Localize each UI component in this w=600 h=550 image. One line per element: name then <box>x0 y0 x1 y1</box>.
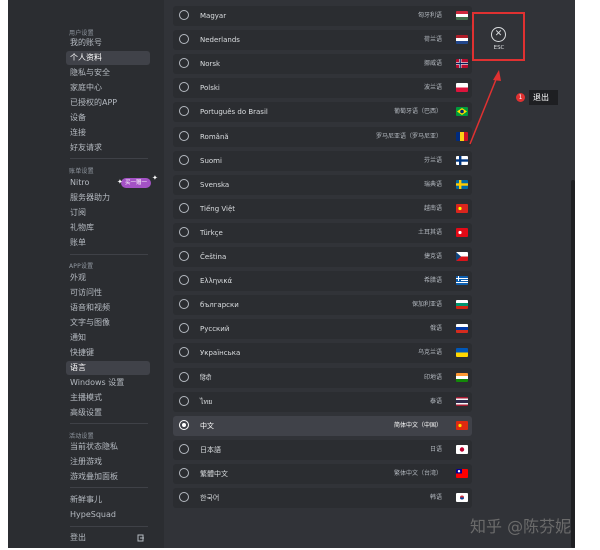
annotation-arrow <box>469 70 501 145</box>
watermark: 知乎 @陈芬妮 <box>470 517 572 536</box>
annotation-number: 1 <box>516 93 525 102</box>
annotation-label: 退出 <box>529 90 558 105</box>
